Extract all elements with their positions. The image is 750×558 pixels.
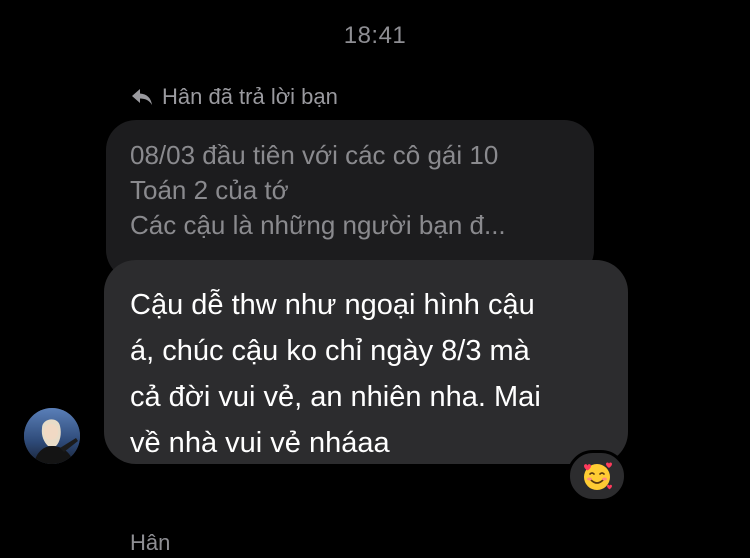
- message-timestamp: 18:41: [343, 22, 407, 49]
- quoted-message-line: 08/03 đầu tiên với các cô gái 10: [130, 140, 499, 170]
- message-line: cả đời vui vẻ, an nhiên nha. Mai: [130, 381, 541, 413]
- quoted-message-line: Toán 2 của tớ: [130, 175, 289, 205]
- message-line: Cậu dễ thw như ngoại hình cậu: [130, 289, 535, 321]
- reaction-badge[interactable]: [567, 450, 627, 502]
- sender-avatar[interactable]: [24, 408, 80, 464]
- sender-name: Hân: [130, 530, 171, 555]
- message-bubble[interactable]: Cậu dễ thw như ngoại hình cậu á, chúc cậ…: [104, 260, 628, 464]
- message-line: á, chúc cậu ko chỉ ngày 8/3 mà: [130, 335, 530, 367]
- reply-indicator-text: Hân đã trả lời bạn: [162, 84, 338, 109]
- quoted-message-bubble[interactable]: 08/03 đầu tiên với các cô gái 10 Toán 2 …: [106, 120, 594, 280]
- reply-arrow-icon: [130, 87, 154, 107]
- quoted-message-line: Các cậu là những người bạn đ...: [130, 210, 506, 240]
- message-line: về nhà vui vẻ nháaa: [130, 427, 390, 459]
- reply-indicator: Hân đã trả lời bạn: [130, 84, 338, 110]
- smiling-face-with-hearts-icon: [580, 459, 614, 493]
